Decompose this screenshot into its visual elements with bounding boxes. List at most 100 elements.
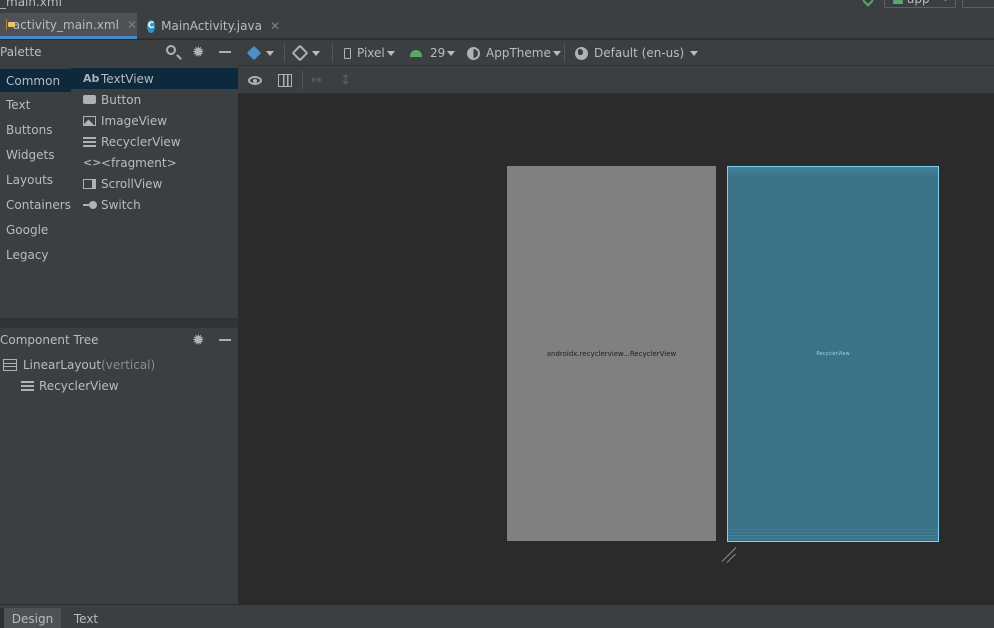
java-class-icon: C [147,19,156,33]
category-widgets[interactable]: Widgets [0,142,71,167]
locale-label: Default (en-us) [594,46,685,60]
design-surface-dropdown[interactable] [246,40,274,66]
horizontal-resize-button: ↔ [311,66,322,94]
theme-dropdown[interactable]: AppTheme [467,40,561,66]
caret-down-icon [266,50,274,56]
vertical-resize-button: ↕ [340,66,351,94]
vertical-arrows-icon: ↕ [340,72,351,88]
switch-icon [83,200,97,209]
panel-splitter[interactable] [0,318,238,328]
palette-categories: Common Text Buttons Widgets Layouts Cont… [0,69,71,267]
image-view-icon [83,115,97,126]
component-tree-title: Component Tree [0,333,99,347]
tab-design[interactable]: Design [4,608,61,628]
blueprint-toggle-button[interactable] [278,66,292,94]
run-configuration-label: app [907,0,930,6]
recycler-view-icon [21,381,35,391]
widget-scrollview[interactable]: ScrollView [71,173,238,194]
tree-node-recyclerview[interactable]: RecyclerView [21,379,119,393]
view-options-toolbar: ↔ ↕ [238,66,994,94]
caret-down-icon [690,50,699,56]
tree-node-label: RecyclerView [39,379,119,393]
component-tree-panel: Component Tree ✹ LinearLayout (vertical)… [0,328,238,604]
device-label: Pixel [357,46,385,60]
widget-fragment[interactable]: <> <fragment> [71,152,238,173]
caret-down-icon [312,50,320,56]
minimize-icon[interactable] [218,45,232,59]
tree-node-label: LinearLayout [23,358,102,372]
tab-text[interactable]: Text [61,608,111,628]
widget-imageview[interactable]: ImageView [71,110,238,131]
resize-handle[interactable] [722,546,738,562]
palette-header: Palette ✹ [0,40,238,64]
minimize-icon[interactable] [218,333,232,347]
phone-icon [344,47,351,59]
eye-icon [248,75,262,85]
category-buttons[interactable]: Buttons [0,117,71,142]
make-project-icon[interactable] [862,0,874,7]
close-icon[interactable]: ✕ [270,19,280,33]
android-icon [410,49,422,57]
widget-label: TextView [101,71,154,86]
target-device-dropdown[interactable] [962,0,994,8]
gear-icon[interactable]: ✹ [192,333,206,348]
widget-label: RecyclerView [101,134,181,149]
category-legacy[interactable]: Legacy [0,242,71,267]
gear-icon[interactable]: ✹ [192,45,206,60]
api-level-label: 29 [430,46,446,60]
tab-activity-main-xml[interactable]: activity_main.xml ✕ [0,13,137,39]
category-layouts[interactable]: Layouts [0,167,71,192]
design-preview-label: androidx.recyclerview...RecyclerView [546,349,677,358]
design-preview[interactable]: androidx.recyclerview...RecyclerView [507,166,716,541]
design-canvas[interactable]: androidx.recyclerview...RecyclerView Rec… [238,94,994,604]
category-containers[interactable]: Containers [0,192,71,217]
tree-node-qualifier: (vertical) [101,358,156,372]
api-level-dropdown[interactable]: 29 [410,40,456,66]
xml-file-icon [6,19,14,30]
category-common[interactable]: Common [0,69,71,92]
text-view-icon: Ab [83,72,100,85]
widget-label: Button [101,92,142,107]
design-toolbar: Pixel 29 AppTheme Default (en-us) [238,40,994,66]
close-icon[interactable]: ✕ [127,18,137,32]
android-icon [893,0,903,4]
category-google[interactable]: Google [0,217,71,242]
widget-recyclerview[interactable]: RecyclerView [71,131,238,152]
palette-widget-list: Ab TextView Button ImageView RecyclerVie… [71,68,238,215]
widget-textview[interactable]: Ab TextView [71,68,238,89]
device-dropdown[interactable]: Pixel [344,40,395,66]
globe-icon [575,46,588,60]
tree-node-linearlayout[interactable]: LinearLayout (vertical) [3,358,155,372]
search-icon[interactable] [166,45,180,59]
widget-label: ScrollView [101,176,163,191]
button-icon [83,95,97,104]
linear-layout-icon [3,359,17,371]
theme-icon [467,46,480,60]
run-configuration-dropdown[interactable]: app [884,0,956,8]
orientation-dropdown[interactable] [291,40,320,66]
component-tree-header: Component Tree ✹ [0,328,238,352]
chevron-down-icon [941,0,950,2]
view-options-button[interactable] [248,66,262,94]
widget-switch[interactable]: Switch [71,194,238,215]
editor-mode-tabs: Design Text [0,604,994,628]
widget-label: Switch [101,197,141,212]
widget-label: ImageView [101,113,168,128]
caret-down-icon [447,50,456,56]
breadcrumb: _main.xml [0,0,62,9]
theme-label: AppTheme [486,46,551,60]
tab-main-activity-java[interactable]: C MainActivity.java ✕ [137,13,280,39]
tab-label: activity_main.xml [12,17,119,32]
rotate-icon [291,44,309,62]
tab-label: MainActivity.java [161,19,262,33]
widget-label: <fragment> [101,155,177,170]
locale-dropdown[interactable]: Default (en-us) [575,40,699,66]
category-text[interactable]: Text [0,92,71,117]
palette-title: Palette [0,45,42,59]
blueprint-preview[interactable]: RecyclerView [727,166,939,542]
title-strip: _main.xml app [0,0,994,13]
widget-button[interactable]: Button [71,89,238,110]
recycler-view-icon [83,136,97,147]
blueprint-icon [278,73,292,87]
layers-icon [246,45,262,61]
